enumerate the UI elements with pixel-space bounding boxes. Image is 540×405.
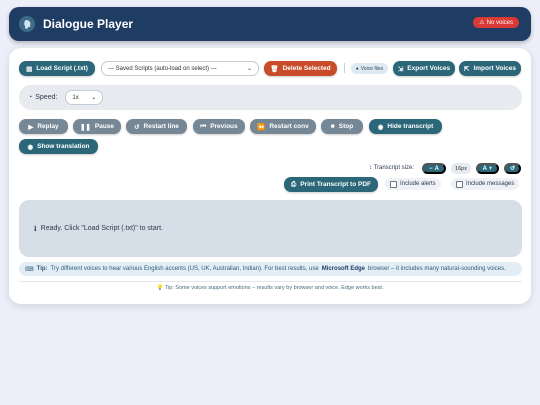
plus-icon: + xyxy=(488,165,493,172)
play-icon: ▶ xyxy=(28,123,34,131)
eye-slash-icon: ◉ xyxy=(377,123,384,131)
status-text: Ready. Click "Load Script (.txt)" to sta… xyxy=(40,225,163,232)
restart-conv-button[interactable]: ⏪ Restart conv xyxy=(250,119,316,134)
speed-bar: ◔ Speed: 1x ⌄ xyxy=(19,85,522,110)
eye-icon: ◉ xyxy=(27,143,34,151)
trash-icon: 🗑 xyxy=(270,65,279,73)
export-voices-button[interactable]: ⇲ Export Voices xyxy=(393,61,455,76)
hide-transcript-button[interactable]: ◉ Hide transcript xyxy=(369,119,442,134)
printer-icon: ⎙ xyxy=(291,180,297,188)
reset-size-button[interactable]: ↺ xyxy=(504,163,521,174)
lightbulb-icon: 💡 xyxy=(156,285,164,291)
checkbox-box[interactable] xyxy=(390,180,397,188)
export-icon: ⇲ xyxy=(397,65,404,73)
decrease-size-button[interactable]: − A xyxy=(422,163,446,174)
divider-line xyxy=(19,281,522,282)
stop-button[interactable]: ■ Stop xyxy=(321,119,363,134)
minus-icon: − xyxy=(429,165,433,172)
warning-icon: ⚠ xyxy=(479,20,485,26)
edge-highlight: Microsoft Edge xyxy=(321,266,366,272)
no-voices-badge: ⚠ No voices xyxy=(473,17,519,28)
text-height-icon: ↕ xyxy=(369,165,372,171)
info-circle-icon: ℹ xyxy=(34,225,37,233)
size-value: 16px xyxy=(451,163,471,174)
keyboard-icon: ⌨ xyxy=(25,266,34,273)
show-translation-button[interactable]: ◉ Show translation xyxy=(19,139,98,154)
chevron-down-icon: ⌄ xyxy=(91,95,97,101)
app-title: Dialogue Player xyxy=(43,17,134,31)
status-box: ℹ Ready. Click "Load Script (.txt)" to s… xyxy=(19,200,522,257)
pause-button[interactable]: ❚❚ Pause xyxy=(73,119,121,134)
rewind-icon: ⏪ xyxy=(257,123,266,131)
speed-label: ◔ Speed: xyxy=(28,94,58,101)
load-script-button[interactable]: ▤ Load Script (.txt) xyxy=(19,61,95,76)
import-voices-button[interactable]: ⇱ Import Voices xyxy=(459,61,521,76)
restart-line-button[interactable]: ↺ Restart line xyxy=(126,119,187,134)
include-alerts-checkbox[interactable]: Include alerts xyxy=(385,178,441,190)
tip-bar: ⌨ Tip: Try different voices to hear vari… xyxy=(19,262,522,276)
skip-back-icon: ⏮ xyxy=(200,122,207,130)
speaker-head-icon xyxy=(19,16,35,32)
print-pdf-button[interactable]: ⎙ Print Transcript to PDF xyxy=(284,177,378,192)
chevron-down-icon: ⌄ xyxy=(246,66,252,72)
speed-select[interactable]: 1x ⌄ xyxy=(65,90,104,105)
include-messages-checkbox[interactable]: Include messages xyxy=(451,178,520,190)
rotate-icon: ↺ xyxy=(134,123,140,131)
replay-button[interactable]: ▶ Replay xyxy=(19,119,68,134)
footer-tip: 💡 Tip: Some voices support emotions – re… xyxy=(156,285,384,291)
delete-selected-button[interactable]: 🗑 Delete Selected xyxy=(264,61,337,76)
increase-size-button[interactable]: A + xyxy=(476,163,499,174)
file-icon: ▤ xyxy=(26,65,33,73)
checkbox-box[interactable] xyxy=(456,180,463,188)
toolbar-divider xyxy=(344,63,345,73)
import-icon: ⇱ xyxy=(464,65,470,73)
saved-scripts-select[interactable]: --- Saved Scripts (auto-load on select) … xyxy=(101,61,259,76)
gauge-icon: ◔ xyxy=(28,94,33,101)
previous-button[interactable]: ⏮ Previous xyxy=(193,119,245,134)
app-header: Dialogue Player ⚠ No voices xyxy=(9,7,531,41)
pause-icon: ❚❚ xyxy=(79,123,91,131)
voice-files-label: ● Voice files xyxy=(351,63,388,74)
transcript-size-label: ↕ Transcript size: xyxy=(369,165,415,171)
stop-icon: ■ xyxy=(330,123,335,130)
undo-icon: ↺ xyxy=(509,166,516,172)
info-icon: ● xyxy=(355,65,359,72)
